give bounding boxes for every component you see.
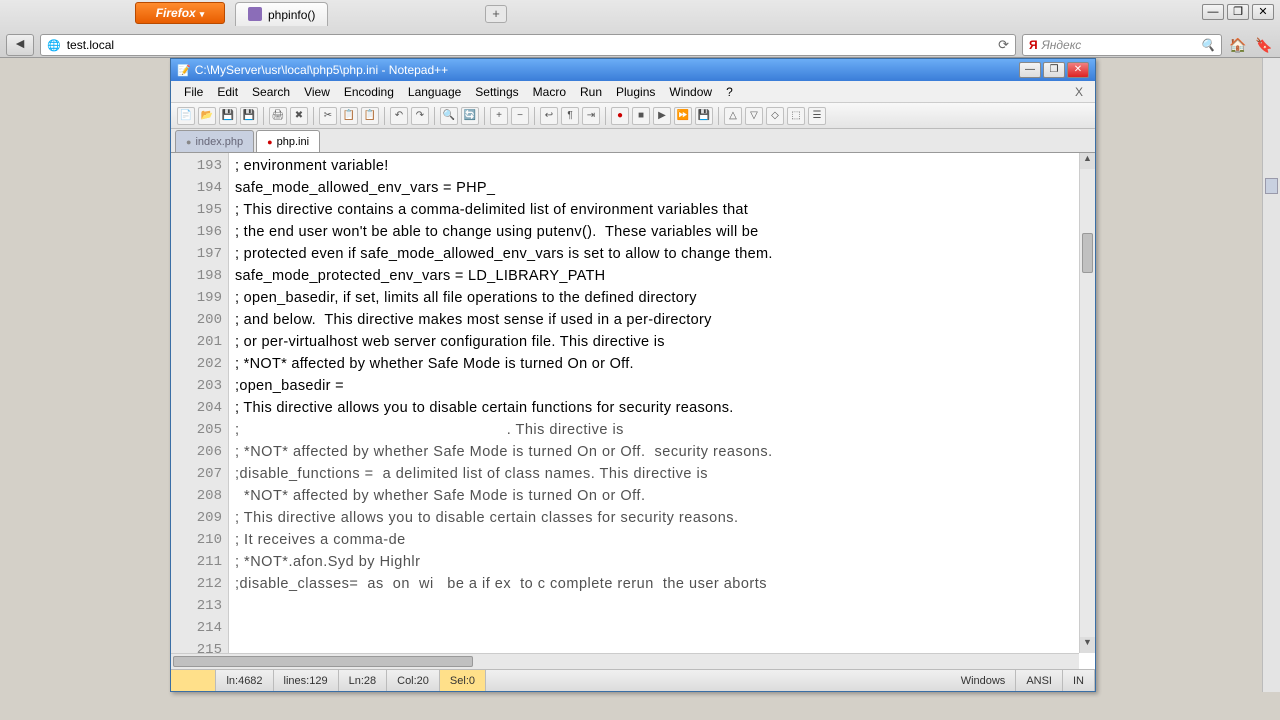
find-icon[interactable]: 🔍 (440, 107, 458, 125)
notepadpp-window: C:\MyServer\usr\local\php5\php.ini - Not… (170, 58, 1096, 692)
misc4-icon[interactable]: ⬚ (787, 107, 805, 125)
npp-titlebar[interactable]: C:\MyServer\usr\local\php5\php.ini - Not… (171, 59, 1095, 81)
new-icon[interactable]: 📄 (177, 107, 195, 125)
menu-window[interactable]: Window (662, 83, 719, 101)
status-ins: IN (1063, 670, 1095, 691)
doctab-phpini[interactable]: php.ini (256, 130, 320, 152)
home-icon[interactable]: 🏠 (1228, 37, 1248, 54)
scroll-thumb-h[interactable] (173, 656, 473, 667)
misc2-icon[interactable]: ▽ (745, 107, 763, 125)
status-os: Windows (951, 670, 1017, 691)
undo-icon[interactable]: ↶ (390, 107, 408, 125)
status-col: Col:20 (387, 670, 440, 691)
search-box[interactable]: Яндекс 🔍 (1022, 34, 1222, 56)
status-enc: ANSI (1016, 670, 1063, 691)
menu-view[interactable]: View (297, 83, 337, 101)
menubar-close-x[interactable]: X (1069, 85, 1089, 99)
search-placeholder: Яндекс (1042, 38, 1082, 52)
scroll-thumb-v[interactable] (1082, 233, 1093, 273)
menu-search[interactable]: Search (245, 83, 297, 101)
print-icon[interactable]: 🖨 (269, 107, 287, 125)
cut-icon[interactable]: ✂ (319, 107, 337, 125)
npp-maximize-button[interactable]: ❐ (1043, 62, 1065, 78)
toolbar: 📄 📂 💾 💾 🖨 ✖ ✂ 📋 📋 ↶ ↷ 🔍 🔄 + − ↩ ¶ ⇥ ● ■ … (171, 103, 1095, 129)
menu-help[interactable]: ? (719, 83, 740, 101)
browser-chrome: Firefox phpinfo() + — ❐ ✕ ◄ test.local ⟳… (0, 0, 1280, 58)
browser-window-controls: — ❐ ✕ (1202, 4, 1274, 20)
wrap-icon[interactable]: ↩ (540, 107, 558, 125)
address-toolbar: ◄ test.local ⟳ Яндекс 🔍 🏠 🔖 (0, 32, 1280, 58)
menu-edit[interactable]: Edit (210, 83, 245, 101)
close-button[interactable]: ✕ (1252, 4, 1274, 20)
menu-file[interactable]: File (177, 83, 210, 101)
save-icon[interactable]: 💾 (219, 107, 237, 125)
editor-area[interactable]: 193 194 195 196 197 198 199 200 201 202 … (171, 153, 1095, 669)
redo-icon[interactable]: ↷ (411, 107, 429, 125)
allchars-icon[interactable]: ¶ (561, 107, 579, 125)
browser-side-strip (1262, 58, 1280, 692)
misc5-icon[interactable]: ☰ (808, 107, 826, 125)
replace-icon[interactable]: 🔄 (461, 107, 479, 125)
status-sel: Sel:0 (440, 670, 486, 691)
status-ln: Ln:28 (339, 670, 388, 691)
maximize-button[interactable]: ❐ (1227, 4, 1249, 20)
npp-minimize-button[interactable]: — (1019, 62, 1041, 78)
vertical-scrollbar[interactable]: ▲ ▼ (1079, 153, 1095, 653)
status-lines: lines:129 (274, 670, 339, 691)
address-bar[interactable]: test.local ⟳ (40, 34, 1016, 56)
close-doc-icon[interactable]: ✖ (290, 107, 308, 125)
code-content[interactable]: ; environment variable!safe_mode_allowed… (229, 153, 1095, 669)
address-text: test.local (67, 38, 114, 52)
menu-run[interactable]: Run (573, 83, 609, 101)
zoomout-icon[interactable]: − (511, 107, 529, 125)
line-gutter: 193 194 195 196 197 198 199 200 201 202 … (171, 153, 229, 669)
bookmark-icon[interactable]: 🔖 (1254, 37, 1274, 54)
menubar: File Edit Search View Encoding Language … (171, 81, 1095, 103)
saveall-icon[interactable]: 💾 (240, 107, 258, 125)
indent-icon[interactable]: ⇥ (582, 107, 600, 125)
new-tab-button[interactable]: + (485, 5, 507, 23)
menu-encoding[interactable]: Encoding (337, 83, 401, 101)
rec-icon[interactable]: ● (611, 107, 629, 125)
menu-macro[interactable]: Macro (526, 83, 573, 101)
open-icon[interactable]: 📂 (198, 107, 216, 125)
back-button[interactable]: ◄ (6, 34, 34, 56)
search-icon[interactable]: 🔍 (1200, 38, 1215, 52)
misc3-icon[interactable]: ◇ (766, 107, 784, 125)
stop-icon[interactable]: ■ (632, 107, 650, 125)
npp-window-controls: — ❐ ✕ (1019, 62, 1089, 78)
play-icon[interactable]: ▶ (653, 107, 671, 125)
status-warn (171, 670, 216, 691)
playm-icon[interactable]: ⏩ (674, 107, 692, 125)
scroll-down-arrow[interactable]: ▼ (1080, 637, 1095, 653)
npp-title-text: C:\MyServer\usr\local\php5\php.ini - Not… (195, 63, 448, 77)
reload-icon[interactable]: ⟳ (998, 37, 1009, 53)
firefox-menu-button[interactable]: Firefox (135, 2, 225, 24)
menu-settings[interactable]: Settings (468, 83, 525, 101)
browser-tab-phpinfo[interactable]: phpinfo() (235, 2, 328, 26)
paste-icon[interactable]: 📋 (361, 107, 379, 125)
document-tabbar: index.php php.ini (171, 129, 1095, 153)
horizontal-scrollbar[interactable] (171, 653, 1079, 669)
status-length: ln:4682 (216, 670, 273, 691)
scroll-up-arrow[interactable]: ▲ (1080, 153, 1095, 169)
statusbar: ln:4682 lines:129 Ln:28 Col:20 Sel:0 Win… (171, 669, 1095, 691)
savrec-icon[interactable]: 💾 (695, 107, 713, 125)
zoomin-icon[interactable]: + (490, 107, 508, 125)
minimize-button[interactable]: — (1202, 4, 1224, 20)
npp-close-button[interactable]: ✕ (1067, 62, 1089, 78)
copy-icon[interactable]: 📋 (340, 107, 358, 125)
misc1-icon[interactable]: △ (724, 107, 742, 125)
menu-language[interactable]: Language (401, 83, 468, 101)
menu-plugins[interactable]: Plugins (609, 83, 662, 101)
doctab-hidden[interactable]: index.php (175, 130, 254, 152)
